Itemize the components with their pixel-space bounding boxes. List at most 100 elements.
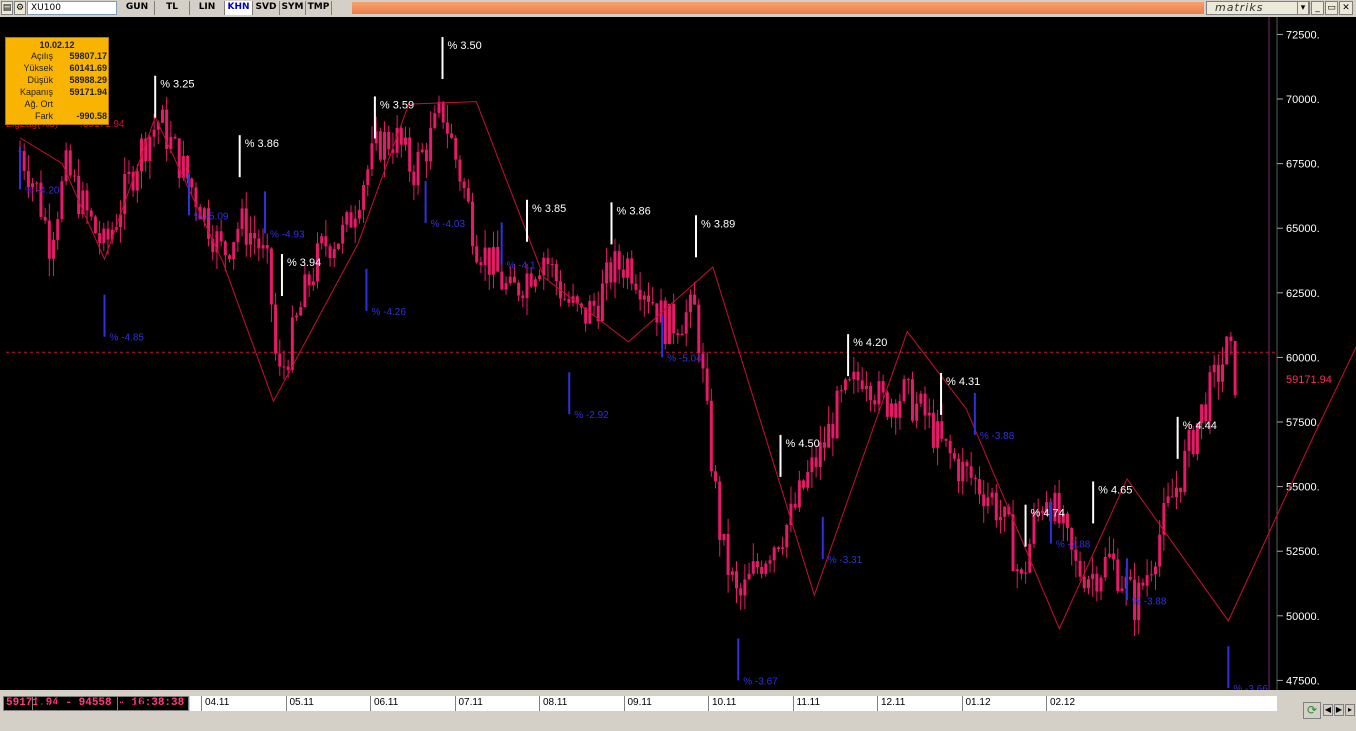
candle-body	[1019, 569, 1023, 574]
candle-body	[814, 457, 818, 468]
candle-body	[295, 315, 299, 318]
candle-body	[1153, 566, 1157, 575]
candle-body	[990, 492, 994, 498]
print-icon[interactable]: ▤	[1, 1, 13, 15]
toolbar-button-tl[interactable]: TL	[155, 1, 190, 15]
candle-body	[148, 136, 152, 162]
candle-body	[85, 190, 89, 211]
candle-body	[1003, 506, 1007, 517]
candle-body	[1120, 588, 1124, 592]
candle-body	[538, 275, 542, 280]
candle-body	[869, 385, 873, 401]
toolbar-button-khn[interactable]: KHN	[225, 1, 253, 15]
candle-body	[1212, 364, 1216, 373]
candle-body	[1091, 573, 1095, 580]
symbol-input[interactable]: XU100	[27, 1, 117, 15]
toolbar-button-svd[interactable]: SVD	[253, 1, 280, 15]
up-swing-label: % 3.89	[701, 218, 735, 230]
chart-area[interactable]: 72500. 70000. 67500. 65000. 62500. 60000. 5750…	[0, 17, 1356, 690]
candle-body	[508, 276, 512, 284]
candle-body	[776, 547, 780, 550]
candle-body	[248, 232, 252, 245]
candle-body	[445, 122, 449, 134]
candle-body	[927, 412, 931, 416]
x-tick-label: 02.11	[36, 697, 61, 708]
candle-body	[1183, 450, 1187, 493]
candlestick-chart[interactable]: 72500. 70000. 67500. 65000. 62500. 60000. 5750…	[0, 17, 1356, 690]
scroll-left-icon[interactable]: ◀	[1323, 704, 1333, 716]
candle-body	[705, 368, 709, 401]
candle-body	[969, 466, 973, 478]
x-tick-label: 09.11	[627, 697, 652, 708]
candle-body	[160, 109, 164, 123]
toolbar-button-lin[interactable]: LIN	[190, 1, 225, 15]
scroll-end-icon[interactable]: ▸	[1345, 704, 1355, 716]
candle-body	[701, 353, 705, 369]
down-swing-label: % -4.03	[431, 219, 466, 230]
candle-body	[1174, 487, 1178, 498]
candle-body	[680, 333, 684, 336]
candle-body	[550, 264, 554, 266]
candle-body	[1099, 577, 1103, 592]
candle-body	[521, 295, 525, 299]
x-tick-mark	[792, 696, 794, 711]
candle-body	[152, 129, 156, 137]
candle-body	[567, 298, 571, 303]
candle-body	[827, 423, 831, 448]
candle-body	[693, 294, 697, 305]
down-swing-label: % -4.26	[371, 307, 406, 318]
candle-body	[533, 279, 537, 287]
settings-icon[interactable]: ⚙	[14, 1, 26, 15]
candle-body	[994, 492, 998, 521]
candle-body	[370, 143, 374, 170]
candle-body	[219, 231, 223, 242]
toolbar-button-sym[interactable]: SYM	[280, 1, 306, 15]
candle-body	[760, 567, 764, 574]
scroll-right-icon[interactable]: ▶	[1334, 704, 1344, 716]
refresh-icon[interactable]: ⟳	[1303, 702, 1321, 719]
candle-body	[688, 294, 692, 313]
ohlc-row: Ağ. Ort	[6, 98, 108, 110]
candle-body	[383, 132, 387, 160]
candle-body	[299, 306, 303, 316]
close-icon[interactable]: ✕	[1339, 1, 1353, 15]
candle-body	[592, 300, 596, 306]
candle-body	[839, 390, 843, 392]
candle-body	[873, 400, 877, 405]
x-tick-mark	[32, 696, 33, 711]
toolbar-button-gun[interactable]: GUN	[120, 1, 155, 15]
restore-icon[interactable]: ▭	[1325, 1, 1338, 15]
chart-toolbar: ▤ ⚙ XU100 GUN TL LIN KHN SVD SYM TMP matriks ▾…	[0, 0, 1356, 18]
x-tick-label: 01.12	[965, 697, 991, 708]
candle-body	[609, 262, 613, 283]
candle-body	[236, 228, 240, 243]
chevron-down-icon[interactable]: ▾	[1297, 1, 1309, 15]
candle-body	[93, 216, 97, 234]
candle-body	[353, 218, 357, 228]
x-tick-label: 06.11	[374, 697, 399, 708]
candle-body	[676, 333, 680, 336]
toolbar-button-tmp[interactable]: TMP	[306, 1, 332, 15]
ohlc-label: Kapanış	[19, 87, 53, 97]
candle-body	[822, 442, 826, 448]
y-tick-label: 47500.	[1286, 675, 1320, 687]
x-tick-mark	[623, 696, 625, 711]
x-tick-mark	[539, 696, 540, 711]
candle-body	[475, 246, 479, 263]
y-tick-label: 57500.	[1286, 417, 1320, 429]
down-swing-label: % -3.31	[828, 555, 863, 566]
candle-body	[739, 588, 743, 596]
candle-body	[512, 276, 516, 283]
candle-body	[60, 181, 64, 220]
down-swing-label: % -5.04	[667, 353, 702, 364]
candle-body	[1149, 574, 1153, 576]
candle-body	[525, 273, 529, 299]
ohlc-value: 59171.94	[69, 87, 107, 97]
candle-body	[831, 423, 835, 439]
candle-body	[663, 300, 667, 345]
candle-body	[1141, 582, 1145, 586]
candle-body	[697, 304, 701, 354]
candle-body	[1233, 341, 1237, 396]
candle-body	[1078, 560, 1082, 577]
minimize-icon[interactable]: _	[1311, 1, 1324, 15]
